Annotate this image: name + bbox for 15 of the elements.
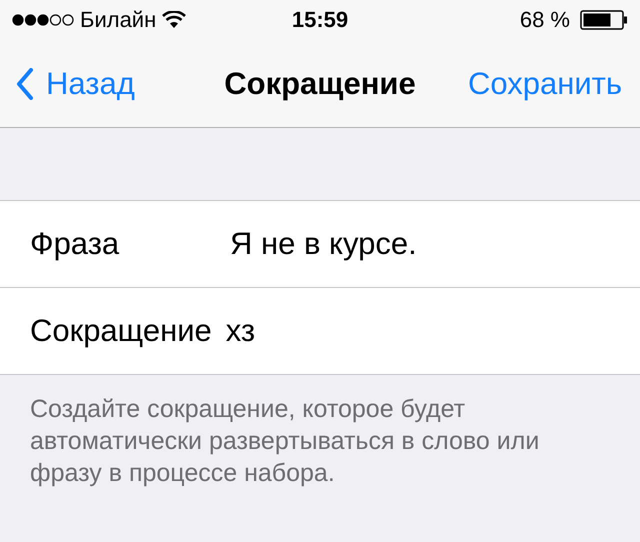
battery-icon [580,10,628,30]
carrier-name: Билайн [80,7,156,33]
hint-text: Создайте сокращение, которое будет автоматически развертываться в слово или фразу в процессе набора. [30,394,540,489]
wifi-icon [162,11,186,29]
input-field[interactable]: хз [226,313,640,349]
status-time: 15:59 [292,7,348,32]
battery-percent: 68 % [520,7,570,33]
signal-icon [12,14,74,26]
field-label: Сокращение [30,313,212,349]
chevron-icon [16,68,34,100]
save-button[interactable]: Сохранить [468,66,622,102]
field-label: Фраза [30,226,120,262]
input-field[interactable]: Я не в курсе. [230,226,640,262]
back-button[interactable]: Назад [16,66,135,102]
screen-title: Сокращение [224,66,416,100]
